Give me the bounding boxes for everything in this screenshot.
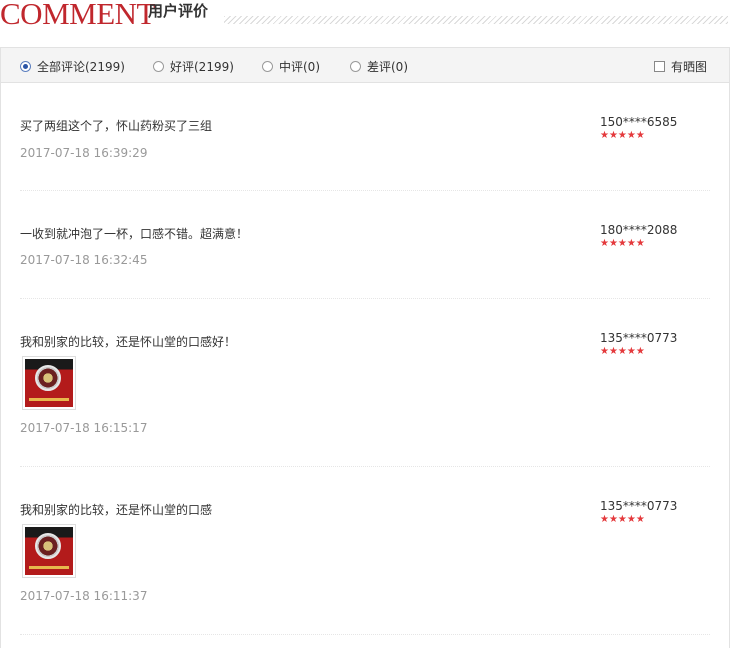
product-label-graphic (29, 566, 69, 569)
reviewer-name: 135****0773 (600, 499, 678, 513)
review-date: 2017-07-18 16:11:37 (20, 589, 148, 603)
product-label-graphic (29, 398, 69, 401)
product-disc-graphic (35, 533, 61, 559)
header-divider (224, 16, 728, 24)
list-item: 我和别家的比较，还是怀山堂的口感好！ 2017-07-18 16:15:17 1… (20, 299, 710, 467)
rating-stars-icon: ★★★★★ (600, 130, 645, 141)
filter-with-photos[interactable]: 有晒图 (654, 58, 707, 75)
filter-neutral-label: 中评(0) (279, 60, 320, 74)
filter-bar: 全部评论(2199) 好评(2199) 中评(0) 差评(0) 有晒图 (1, 48, 729, 83)
review-photo-thumbnail[interactable] (22, 356, 76, 410)
review-date: 2017-07-18 16:39:29 (20, 146, 148, 160)
section-title-cn: 用户评价 (148, 2, 209, 20)
product-photo-image (25, 527, 73, 575)
product-disc-graphic (35, 365, 61, 391)
filter-with-photos-label: 有晒图 (671, 60, 708, 74)
filter-all-label: 全部评论(2199) (37, 60, 125, 74)
rating-stars-icon: ★★★★★ (600, 346, 645, 357)
section-header: COMMENT 用户评价 (0, 0, 730, 36)
filter-neutral[interactable]: 中评(0) (262, 58, 320, 75)
list-item: 买了两组这个了，怀山药粉买了三组 2017-07-18 16:39:29 150… (20, 83, 710, 191)
review-text: 买了两组这个了，怀山药粉买了三组 (20, 119, 213, 133)
checkbox-icon[interactable] (654, 61, 665, 72)
comment-panel: 全部评论(2199) 好评(2199) 中评(0) 差评(0) 有晒图 买了两组… (0, 47, 730, 648)
radio-icon[interactable] (153, 61, 164, 72)
filter-positive[interactable]: 好评(2199) (153, 58, 234, 75)
product-photo-image (25, 359, 73, 407)
review-list: 买了两组这个了，怀山药粉买了三组 2017-07-18 16:39:29 150… (20, 83, 710, 635)
radio-icon[interactable] (262, 61, 273, 72)
list-item: 我和别家的比较，还是怀山堂的口感 2017-07-18 16:11:37 135… (20, 467, 710, 635)
list-item: 一收到就冲泡了一杯，口感不错。超满意！ 2017-07-18 16:32:45 … (20, 191, 710, 299)
review-text: 一收到就冲泡了一杯，口感不错。超满意！ (20, 227, 249, 241)
reviewer-name: 180****2088 (600, 223, 678, 237)
filter-positive-label: 好评(2199) (170, 60, 234, 74)
review-date: 2017-07-18 16:32:45 (20, 253, 148, 267)
reviewer-name: 150****6585 (600, 115, 678, 129)
filter-negative-label: 差评(0) (367, 60, 408, 74)
reviewer-name: 135****0773 (600, 331, 678, 345)
rating-stars-icon: ★★★★★ (600, 238, 645, 249)
rating-stars-icon: ★★★★★ (600, 514, 645, 525)
review-text: 我和别家的比较，还是怀山堂的口感好！ (20, 335, 237, 349)
radio-icon[interactable] (350, 61, 361, 72)
review-photo-thumbnail[interactable] (22, 524, 76, 578)
filter-all[interactable]: 全部评论(2199) (20, 58, 125, 75)
filter-negative[interactable]: 差评(0) (350, 58, 408, 75)
review-text: 我和别家的比较，还是怀山堂的口感 (20, 503, 213, 517)
radio-icon[interactable] (20, 61, 31, 72)
section-title-en: COMMENT (0, 0, 155, 31)
review-date: 2017-07-18 16:15:17 (20, 421, 148, 435)
